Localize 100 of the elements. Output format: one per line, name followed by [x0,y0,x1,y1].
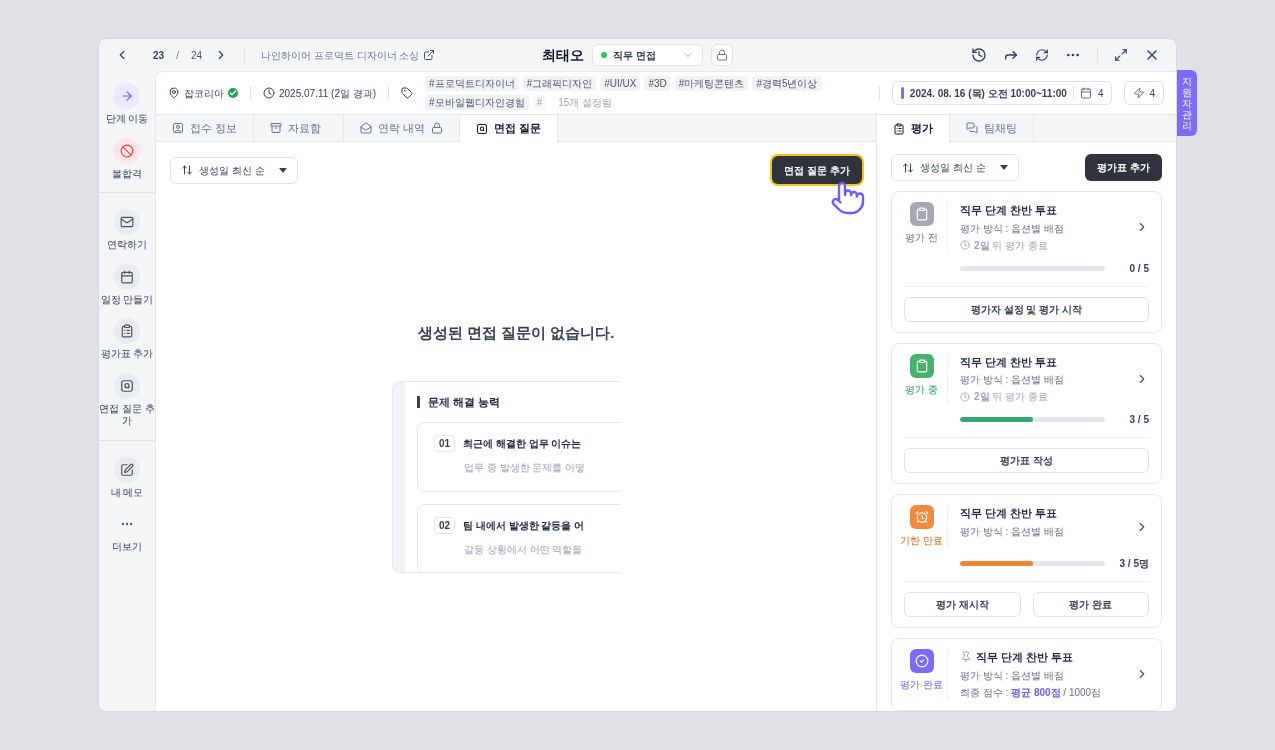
caret-icon [279,167,287,173]
tag: #마케팅콘텐츠 [674,76,749,91]
total-pages: 24 [190,48,203,63]
calendar-icon [1079,87,1092,99]
tab[interactable]: 자료함 [254,115,345,141]
status-label: 평가 중 [905,382,938,397]
clipboard-icon [914,207,929,221]
add-evaluation-button[interactable]: 평가표 추가 [1085,154,1162,181]
history-icon[interactable] [971,47,987,63]
schedule-count: 4 [1097,86,1104,101]
final-score: 최종 점수 : 평균 800점 / 1000점 [960,685,1103,700]
clock-icon [960,240,970,250]
schedule-marker [900,87,904,99]
expand-icon[interactable] [1114,48,1128,62]
tag-icon [401,87,414,99]
card-title: 직무 단계 찬반 투표 [960,354,1058,370]
envelope-icon [360,122,373,134]
source-label: 잡코리아 [184,86,224,101]
question-title: 최근에 해결한 업무 이슈는 [463,437,582,451]
card-action-button[interactable]: 평가자 설정 및 평가 시작 [904,296,1149,322]
tag: #3D [644,76,671,91]
lightning-icon [1133,87,1146,99]
card-action-button[interactable]: 평가 재시작 [904,592,1021,617]
stage-dropdown[interactable]: 직무 면접 [592,44,703,66]
tag: #모바일웹디자인경험 [425,95,529,110]
clipboard-icon [114,318,140,344]
question-title: 팀 내에서 발생한 갈등을 어 [463,519,585,533]
job-posting-link[interactable]: 나인하이어 프로덕트 디자이너 소싱 [261,47,420,63]
sidebar-action[interactable]: 연락하기 [99,209,155,252]
category-title: 문제 해결 능력 [428,394,501,410]
alarm-clock-icon [914,510,929,524]
action-label: 더보기 [112,541,142,554]
question-icon [476,122,489,135]
panel-tab[interactable]: 팀채팅 [950,115,1034,141]
candidate-name: 최태오 [542,45,585,65]
status-label: 평가 전 [905,231,938,245]
tab[interactable]: 접수 정보 [156,115,255,141]
progress-count: 3 / 5 [1128,413,1149,427]
action-label: 일정 만들기 [100,293,154,306]
sidebar-action[interactable]: 일정 만들기 [99,263,155,306]
caret-icon [1000,165,1008,170]
hand-cursor-icon [830,180,866,216]
card-action-button[interactable]: 평가 완료 [1032,592,1149,617]
action-label: 불합격 [112,167,142,180]
lock-button[interactable] [710,44,733,66]
envelope-icon [114,209,140,235]
tab[interactable]: 면접 질문 [460,115,559,142]
progress-count: 0 / 5 [1128,261,1149,276]
pencil-square-icon [114,456,140,483]
action-label: 면접 질문 추가 [99,402,155,428]
sort-icon [902,161,914,174]
card-title: 직무 단계 찬반 투표 [960,203,1058,218]
check-circle-icon [914,654,929,668]
sort-dropdown[interactable]: 생성일 최신 순 [170,156,298,184]
status-label: 평가 완료 [900,678,943,692]
clock-icon [263,87,275,99]
arrow-right-icon [114,83,140,109]
tag: #그래픽디자인 [522,76,597,91]
card-action-button[interactable]: 평가표 작성 [904,448,1149,473]
evaluation-method: 평가 방식 : 옵션별 배점 [960,221,1065,236]
tag: #프로덕트디자이너 [425,76,519,91]
sidebar-action[interactable]: 단계 이동 [99,83,155,126]
no-entry-icon [114,137,140,164]
side-drawer-tab[interactable]: 지원자 관리 [1177,70,1197,136]
flash-count-button[interactable]: 4 [1124,81,1164,105]
calendar-icon [114,263,140,290]
clipboard-icon [893,122,905,135]
clock-icon [960,391,970,402]
evaluation-method: 평가 방식 : 옵션별 배점 [960,668,1065,683]
question-number: 01 [434,435,456,452]
add-question-button[interactable]: 면접 질문 추가 [772,156,862,184]
action-label: 평가표 추가 [100,348,154,361]
applied-date: 2025.07.11 (2일 경과) [279,86,377,101]
page-separator: / [176,48,179,63]
sidebar-action[interactable]: 더보기 [99,511,155,554]
id-card-icon [172,122,184,134]
question-number: 02 [434,517,456,534]
sort-icon [181,164,193,176]
sidebar-action[interactable]: 평가표 추가 [99,318,155,361]
sidebar-action[interactable]: 불합격 [99,137,155,180]
deadline-text: 2일 뒤 평가 종료 [974,390,1048,404]
deadline-text: 2일 뒤 평가 종료 [974,238,1048,253]
tag-count: 15개 설정됨 [558,96,613,110]
card-title: 직무 단계 찬반 투표 [976,650,1074,665]
schedule-chip[interactable]: 2024. 08. 16 (목) 오전 10:00~11:00 4 [891,81,1113,105]
sidebar-action[interactable]: 면접 질문 추가 [99,372,155,428]
question-description: 업무 중 발생한 문제를 어떻 [463,461,587,475]
external-link-icon[interactable] [423,49,436,61]
lock-icon [715,49,728,61]
archive-icon [270,122,283,134]
current-page: 23 [153,48,165,63]
padlock-icon [431,122,444,134]
tag: #UI/UX [600,76,641,91]
refresh-icon[interactable] [1035,48,1049,62]
sidebar-action[interactable]: 내 메모 [99,456,155,499]
sort-dropdown[interactable]: 생성일 최신 순 [891,154,1019,181]
status-label: 기한 만료 [900,534,943,548]
panel-tab[interactable]: 평가 [877,115,950,142]
tag: # [532,95,547,110]
tag: #경력5년이상 [752,76,822,91]
